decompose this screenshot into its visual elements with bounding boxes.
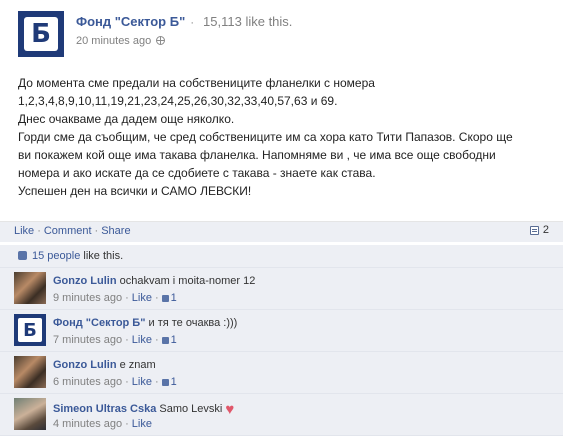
- comment-count-value: 2: [542, 224, 549, 236]
- thumbs-up-icon: [161, 295, 169, 302]
- comment-text: ochakvam i moita-nomer 12: [119, 275, 256, 287]
- separator-dot: ·: [154, 292, 159, 304]
- separator-dot: ·: [125, 334, 129, 346]
- comment-like-count[interactable]: 1: [171, 376, 177, 388]
- comment-item: Б Фонд "Сектор Б" и тя те очаква :))) 7 …: [0, 310, 563, 352]
- post-line: ви покажем кой още има такава фланелка. …: [18, 148, 496, 162]
- comment-time[interactable]: 6 minutes ago: [53, 376, 122, 388]
- likes-summary: 15 people like this.: [0, 245, 563, 268]
- comment-like-count[interactable]: 1: [171, 292, 177, 304]
- post-line: 1,2,3,4,8,9,10,11,19,21,23,24,25,26,30,3…: [18, 94, 338, 108]
- page-name-link[interactable]: Фонд "Сектор Б": [76, 14, 185, 29]
- page-avatar[interactable]: Б: [18, 11, 64, 57]
- globe-icon: [156, 36, 166, 45]
- comment-text: и тя те очаква :))): [148, 317, 238, 329]
- comment-author[interactable]: Gonzo Lulin: [53, 275, 117, 287]
- comment-like-button[interactable]: Like: [132, 292, 152, 304]
- header-text: Фонд "Сектор Б" · 15,113 like this. 20 m…: [76, 14, 292, 47]
- comment-count[interactable]: 2: [529, 224, 549, 236]
- comment-item: Gonzo Lulin е znam 6 minutes ago · Like · 1: [0, 352, 563, 394]
- comment-author[interactable]: Gonzo Lulin: [53, 359, 117, 371]
- thumbs-up-icon: [161, 379, 169, 386]
- likes-suffix: like this.: [80, 250, 124, 262]
- comment-item: Gonzo Lulin ochakvam i moita-nomer 12 9 …: [0, 268, 563, 310]
- comment-author[interactable]: Фонд "Сектор Б": [53, 317, 145, 329]
- sector-b-logo: Б: [24, 17, 58, 51]
- post-timestamp[interactable]: 20 minutes ago: [76, 35, 151, 47]
- likers-link[interactable]: 15 people: [32, 250, 80, 262]
- avatar[interactable]: [14, 272, 46, 304]
- post-line: Днес очакваме да дадем още няколко.: [18, 112, 235, 126]
- comment-text: Samo Levski: [159, 403, 223, 415]
- separator-dot: ·: [37, 225, 41, 237]
- avatar[interactable]: [14, 356, 46, 388]
- post-line: Успешен ден на всички и САМО ЛЕВСКИ!: [18, 184, 252, 198]
- separator-dot: ·: [125, 418, 129, 430]
- comment-text: е znam: [119, 359, 156, 371]
- comment-time[interactable]: 4 minutes ago: [53, 418, 122, 430]
- comment-item: Simeon Ultras Cska Samo Levski ♥ 4 minute…: [0, 394, 563, 436]
- sector-b-logo: Б: [18, 318, 42, 342]
- comment-list: Gonzo Lulin ochakvam i moita-nomer 12 9 …: [0, 268, 563, 436]
- separator-dot: ·: [154, 334, 159, 346]
- comment-time[interactable]: 7 minutes ago: [53, 334, 122, 346]
- comment-like-count[interactable]: 1: [171, 334, 177, 346]
- separator-dot: ·: [154, 376, 159, 388]
- comment-button[interactable]: Comment: [44, 225, 92, 237]
- separator-dot: ·: [125, 376, 129, 388]
- comment-like-button[interactable]: Like: [132, 418, 152, 430]
- separator-dot: ·: [190, 17, 194, 29]
- comment-icon: [529, 225, 539, 235]
- comment-like-button[interactable]: Like: [132, 334, 152, 346]
- avatar[interactable]: [14, 398, 46, 430]
- post-actions-bar: Like · Comment · Share 2: [0, 221, 563, 242]
- thumbs-up-icon: [18, 251, 27, 260]
- thumbs-up-icon: [161, 337, 169, 344]
- post-line: номера и ако искате да се сдобиете с так…: [18, 166, 376, 180]
- separator-dot: ·: [125, 292, 129, 304]
- share-button[interactable]: Share: [101, 225, 130, 237]
- avatar[interactable]: Б: [14, 314, 46, 346]
- post-line: До момента сме предали на собствениците …: [18, 76, 375, 90]
- like-button[interactable]: Like: [14, 225, 34, 237]
- comment-time[interactable]: 9 minutes ago: [53, 292, 122, 304]
- separator-dot: ·: [94, 225, 99, 237]
- comment-author[interactable]: Simeon Ultras Cska: [53, 403, 156, 415]
- page-likes-count: 15,113 like this.: [203, 14, 293, 29]
- post-body: До момента сме предали на собствениците …: [18, 74, 553, 200]
- post-line: Горди сме да съобщим, че сред собствениц…: [18, 130, 513, 144]
- comment-like-button[interactable]: Like: [132, 376, 152, 388]
- heart-icon: ♥: [225, 401, 235, 418]
